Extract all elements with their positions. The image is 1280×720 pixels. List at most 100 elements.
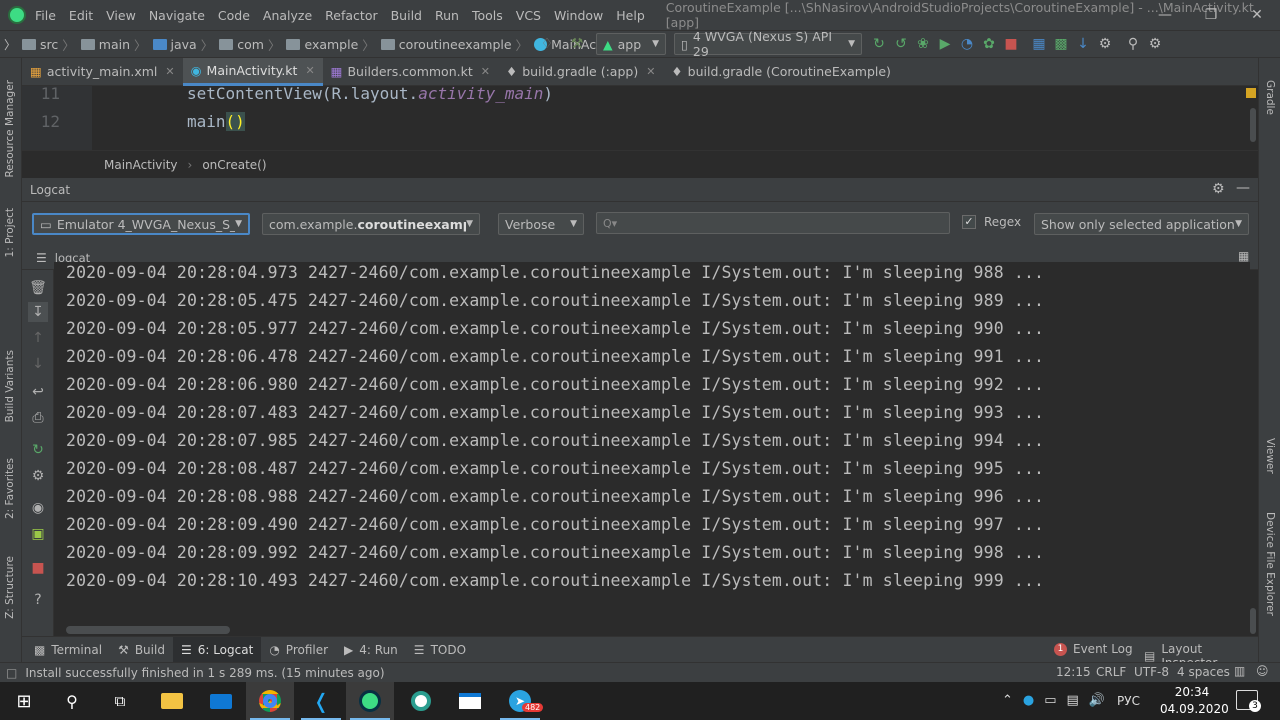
debug-icon[interactable]: ❀ bbox=[912, 33, 934, 55]
tab-run[interactable]: ▶ 4: Run bbox=[336, 637, 406, 663]
menu-file[interactable]: File bbox=[35, 8, 56, 23]
breadcrumb-class[interactable]: MainActivity bbox=[104, 158, 178, 172]
trash-icon[interactable]: 🗑 bbox=[28, 278, 48, 298]
coverage-icon[interactable]: ▶ bbox=[934, 33, 956, 55]
hide-panel-icon[interactable]: — bbox=[1236, 180, 1250, 196]
tab-build-gradle-app[interactable]: ♦ build.gradle (:app) ✕ bbox=[498, 58, 663, 86]
event-log-button[interactable]: 1 Event Log bbox=[1054, 642, 1133, 656]
help-icon[interactable]: ? bbox=[28, 590, 48, 610]
menu-help[interactable]: Help bbox=[616, 8, 645, 23]
editor-scrollbar[interactable] bbox=[1250, 108, 1256, 142]
camera-icon[interactable]: ◉ bbox=[28, 498, 48, 518]
gradle-tab[interactable]: Gradle bbox=[1264, 80, 1276, 115]
volume-icon[interactable]: 🔊 bbox=[1089, 693, 1105, 708]
stop-icon[interactable]: ■ bbox=[1000, 33, 1022, 55]
menu-build[interactable]: Build bbox=[391, 8, 422, 23]
inspector-icon[interactable]: ☺ bbox=[1256, 664, 1269, 678]
tab-builders-common-kt[interactable]: ▦ Builders.common.kt ✕ bbox=[323, 58, 498, 86]
gear-icon[interactable]: ⚙ bbox=[1144, 33, 1166, 55]
minimize-button[interactable]: — bbox=[1142, 0, 1188, 30]
close-icon[interactable]: ✕ bbox=[305, 64, 314, 77]
vertical-scrollbar[interactable] bbox=[1250, 608, 1256, 634]
print-icon[interactable]: ⎙ bbox=[28, 408, 48, 428]
close-icon[interactable]: ✕ bbox=[481, 65, 490, 78]
mail-button[interactable] bbox=[197, 682, 245, 720]
regex-checkbox[interactable]: ✓ Regex bbox=[962, 215, 1021, 229]
menu-tools[interactable]: Tools bbox=[472, 8, 503, 23]
menu-code[interactable]: Code bbox=[218, 8, 250, 23]
crumb-src[interactable]: src 〉 bbox=[22, 35, 75, 54]
input-language[interactable]: РУС bbox=[1117, 694, 1140, 708]
gear-icon[interactable]: ⚙ bbox=[28, 466, 48, 486]
tab-build-gradle-project[interactable]: ♦ build.gradle (CoroutineExample) bbox=[663, 58, 899, 86]
breadcrumb-method[interactable]: onCreate() bbox=[202, 158, 266, 172]
run-config-select[interactable]: ▲ app ▼ bbox=[596, 33, 666, 55]
network-icon[interactable]: ▤ bbox=[1067, 693, 1079, 708]
close-icon[interactable]: ✕ bbox=[165, 65, 174, 78]
arrow-down-icon[interactable]: ↓ bbox=[28, 354, 48, 374]
clock[interactable]: 20:34 04.09.2020 bbox=[1160, 684, 1229, 718]
tab-terminal[interactable]: ▩ Terminal bbox=[26, 637, 110, 663]
viewer-tab[interactable]: Viewer bbox=[1264, 438, 1276, 474]
attach-debugger-icon[interactable]: ✿ bbox=[978, 33, 1000, 55]
menu-window[interactable]: Window bbox=[554, 8, 603, 23]
screen-record-icon[interactable]: ▣ bbox=[28, 524, 48, 544]
hammer-icon[interactable]: ⚒ bbox=[566, 33, 588, 55]
log-output[interactable]: 2020-09-04 20:28:04.973 2427-2460/com.ex… bbox=[54, 262, 1250, 628]
horizontal-scrollbar[interactable] bbox=[66, 626, 230, 634]
menu-run[interactable]: Run bbox=[435, 8, 459, 23]
telegram-button[interactable]: ➤ 482 bbox=[496, 682, 544, 720]
gear-icon[interactable]: ⚙ bbox=[1212, 181, 1225, 197]
log-search-input[interactable]: Q▾ bbox=[596, 212, 950, 234]
layout-toggle-icon[interactable]: ▦ bbox=[1238, 249, 1249, 263]
crumb-coroutineexample[interactable]: coroutineexample 〉 bbox=[380, 35, 528, 54]
layout-inspector-icon[interactable]: ⚙ bbox=[1094, 33, 1116, 55]
start-button[interactable]: ⊞ bbox=[0, 682, 48, 720]
avd-manager-icon[interactable]: ▩ bbox=[1050, 33, 1072, 55]
restart-icon[interactable]: ↻ bbox=[28, 440, 48, 460]
stop-icon[interactable]: ■ bbox=[28, 558, 48, 578]
device-file-explorer-tab[interactable]: Device File Explorer bbox=[1264, 512, 1276, 616]
sdk-manager-icon[interactable]: ↓ bbox=[1072, 33, 1094, 55]
structure-tab[interactable]: Z: Structure bbox=[4, 556, 16, 619]
resource-manager-tab[interactable]: Resource Manager bbox=[4, 80, 16, 178]
device-select[interactable]: ▯ 4 WVGA (Nexus S) API 29 ▼ bbox=[674, 29, 862, 59]
status-message[interactable]: Install successfully finished in 1 s 289… bbox=[25, 666, 384, 680]
favorites-tab[interactable]: 2: Favorites bbox=[4, 458, 16, 519]
profiler-icon[interactable]: ◔ bbox=[956, 33, 978, 55]
menu-vcs[interactable]: VCS bbox=[516, 8, 541, 23]
file-encoding[interactable]: UTF-8 bbox=[1134, 665, 1169, 679]
window-app-button[interactable] bbox=[446, 682, 494, 720]
lock-icon[interactable]: ▥ bbox=[1234, 664, 1245, 678]
chevron-up-icon[interactable]: ⌃ bbox=[1002, 693, 1013, 708]
close-icon[interactable]: ✕ bbox=[646, 65, 655, 78]
log-level-select[interactable]: Verbose ▼ bbox=[498, 213, 584, 235]
caret-position[interactable]: 12:15 bbox=[1056, 665, 1091, 679]
build-variants-tab[interactable]: Build Variants bbox=[4, 350, 16, 422]
crumb-main[interactable]: main 〉 bbox=[80, 35, 147, 54]
tab-build[interactable]: ⚒ Build bbox=[110, 637, 173, 663]
menu-edit[interactable]: Edit bbox=[69, 8, 93, 23]
tab-logcat[interactable]: ☰ 6: Logcat bbox=[172, 636, 262, 663]
soft-wrap-icon[interactable]: ↩ bbox=[28, 382, 48, 402]
tab-mainactivity-kt[interactable]: ◉ MainActivity.kt ✕ bbox=[182, 57, 323, 86]
tab-activity-main-xml[interactable]: ▦ activity_main.xml ✕ bbox=[22, 58, 183, 86]
tab-todo[interactable]: ☰ TODO bbox=[406, 637, 474, 663]
panel-toggle-icon[interactable]: □ bbox=[6, 666, 17, 680]
menu-analyze[interactable]: Analyze bbox=[263, 8, 312, 23]
code-editor[interactable]: 11 setContentView(R.layout.activity_main… bbox=[22, 86, 1258, 150]
project-tab[interactable]: 1: Project bbox=[4, 208, 16, 257]
battery-icon[interactable]: ▭ bbox=[1044, 693, 1056, 708]
file-explorer-button[interactable] bbox=[148, 682, 196, 720]
line-separator[interactable]: CRLF bbox=[1096, 665, 1126, 679]
scroll-to-end-icon[interactable]: ↧ bbox=[28, 302, 48, 322]
app-filter-select[interactable]: Show only selected application ▼ bbox=[1034, 213, 1249, 235]
vscode-button[interactable]: ❬ bbox=[297, 682, 345, 720]
maximize-button[interactable]: ❐ bbox=[1188, 0, 1234, 30]
task-view-button[interactable]: ⧉ bbox=[96, 682, 144, 720]
chrome-button[interactable] bbox=[246, 682, 294, 720]
search-button[interactable]: ⚲ bbox=[48, 682, 96, 720]
warning-marker-icon[interactable] bbox=[1246, 88, 1256, 98]
app-button[interactable] bbox=[397, 682, 445, 720]
tab-profiler[interactable]: ◔ Profiler bbox=[261, 637, 336, 663]
